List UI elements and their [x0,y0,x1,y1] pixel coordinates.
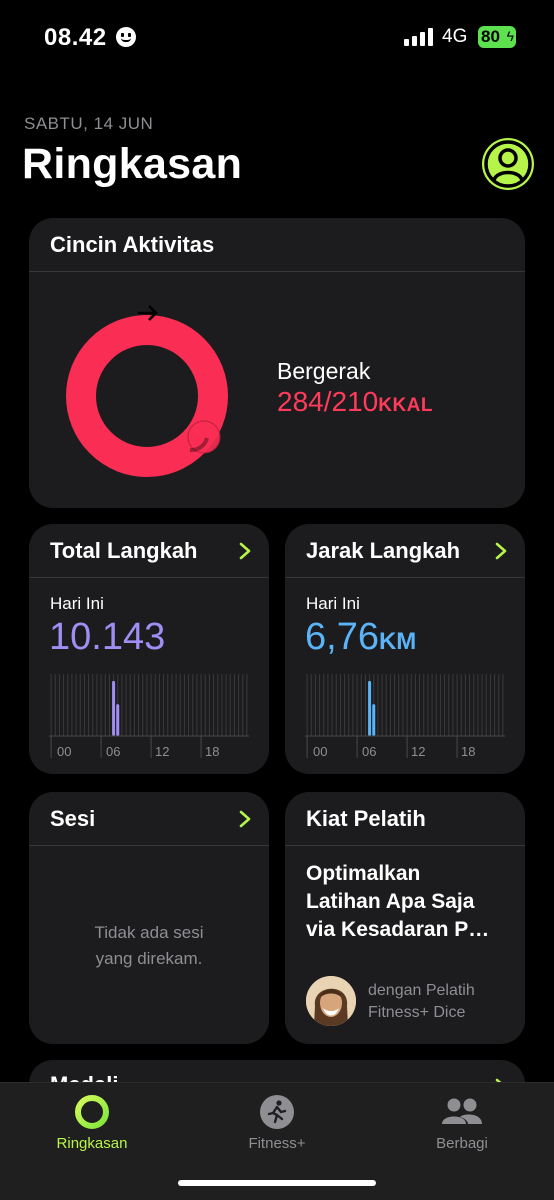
person-icon [484,140,532,188]
battery-icon: 80 ϟ [478,26,516,48]
move-value: 284/210KKAL [277,386,433,418]
chevron-right-icon [239,810,251,828]
focus-mode-icon [116,27,136,47]
tick-label: 00 [57,744,72,759]
tab-summary[interactable]: Ringkasan [22,1093,162,1152]
battery-level: 80 [481,27,500,46]
network-type: 4G [442,26,468,47]
charging-bolt-icon: ϟ [506,28,514,44]
card-title: Total Langkah [50,538,198,563]
distance-number: 6,76 [305,616,379,658]
tick-label: 12 [411,744,426,759]
cellular-signal-icon [404,28,434,46]
tick-label: 18 [461,744,476,759]
page-title: Ringkasan [22,140,243,188]
status-time: 08.42 [44,24,107,51]
card-title: Jarak Langkah [306,538,461,563]
divider [29,845,269,846]
chevron-right-icon [495,542,507,560]
divider [29,271,525,272]
chevron-right-icon [239,542,251,560]
coach-byline: dengan Pelatih Fitness+ Dice [368,982,475,1021]
coach-tip-card[interactable]: Kiat Pelatih Optimalkan Latihan Apa Saja… [285,792,525,1044]
tab-fitness-plus[interactable]: Fitness+ [207,1093,347,1152]
date-label: SABTU, 14 JUN [24,114,154,133]
tick-label: 18 [205,744,220,759]
card-title: Cincin Aktivitas [50,232,215,257]
today-label: Hari Ini [50,594,104,613]
tab-label: Fitness+ [248,1135,306,1152]
step-distance-card[interactable]: Jarak Langkah Hari Ini 6,76KM 00 06 12 1… [285,524,525,774]
tick-label: 00 [313,744,328,759]
profile-button[interactable] [482,138,534,190]
home-indicator[interactable] [178,1180,376,1186]
tab-label: Berbagi [436,1135,488,1152]
card-title: Sesi [50,806,96,831]
coach-tip-headline: Optimalkan Latihan Apa Saja via Kesadara… [306,862,490,941]
distance-value: 6,76KM [305,616,416,659]
move-ring [66,305,228,477]
divider [285,845,525,846]
tick-label: 12 [155,744,170,759]
tab-sharing[interactable]: Berbagi [392,1093,532,1152]
chart-bar [368,680,372,736]
status-bar: 08.42 4G 80 ϟ [0,0,554,80]
card-title: Kiat Pelatih [306,806,426,831]
coach-avatar [306,976,356,1026]
distance-unit: KM [378,628,417,655]
sessions-card[interactable]: Sesi Tidak ada sesi yang direkam. [29,792,269,1044]
move-label: Bergerak [277,358,371,384]
tick-label: 06 [106,744,121,759]
chart-bar [116,704,120,736]
activity-ring-icon [75,1095,109,1129]
people-icon [442,1098,482,1124]
chart-bar [372,704,376,736]
fitness-runner-icon [260,1095,294,1129]
empty-state-text: Tidak ada sesi yang direkam. [94,923,204,968]
activity-ring-card[interactable]: Cincin Aktivitas Bergerak 284/210KKAL [29,218,525,508]
divider [29,577,269,578]
move-unit: KKAL [378,395,433,416]
today-label: Hari Ini [306,594,360,613]
tick-label: 06 [362,744,377,759]
chart-bar [112,680,116,736]
total-steps-card[interactable]: Total Langkah Hari Ini 10.143 00 06 12 1… [29,524,269,774]
tab-label: Ringkasan [56,1135,128,1152]
divider [285,577,525,578]
move-calories: 284/210 [277,386,379,417]
steps-value: 10.143 [49,616,166,658]
